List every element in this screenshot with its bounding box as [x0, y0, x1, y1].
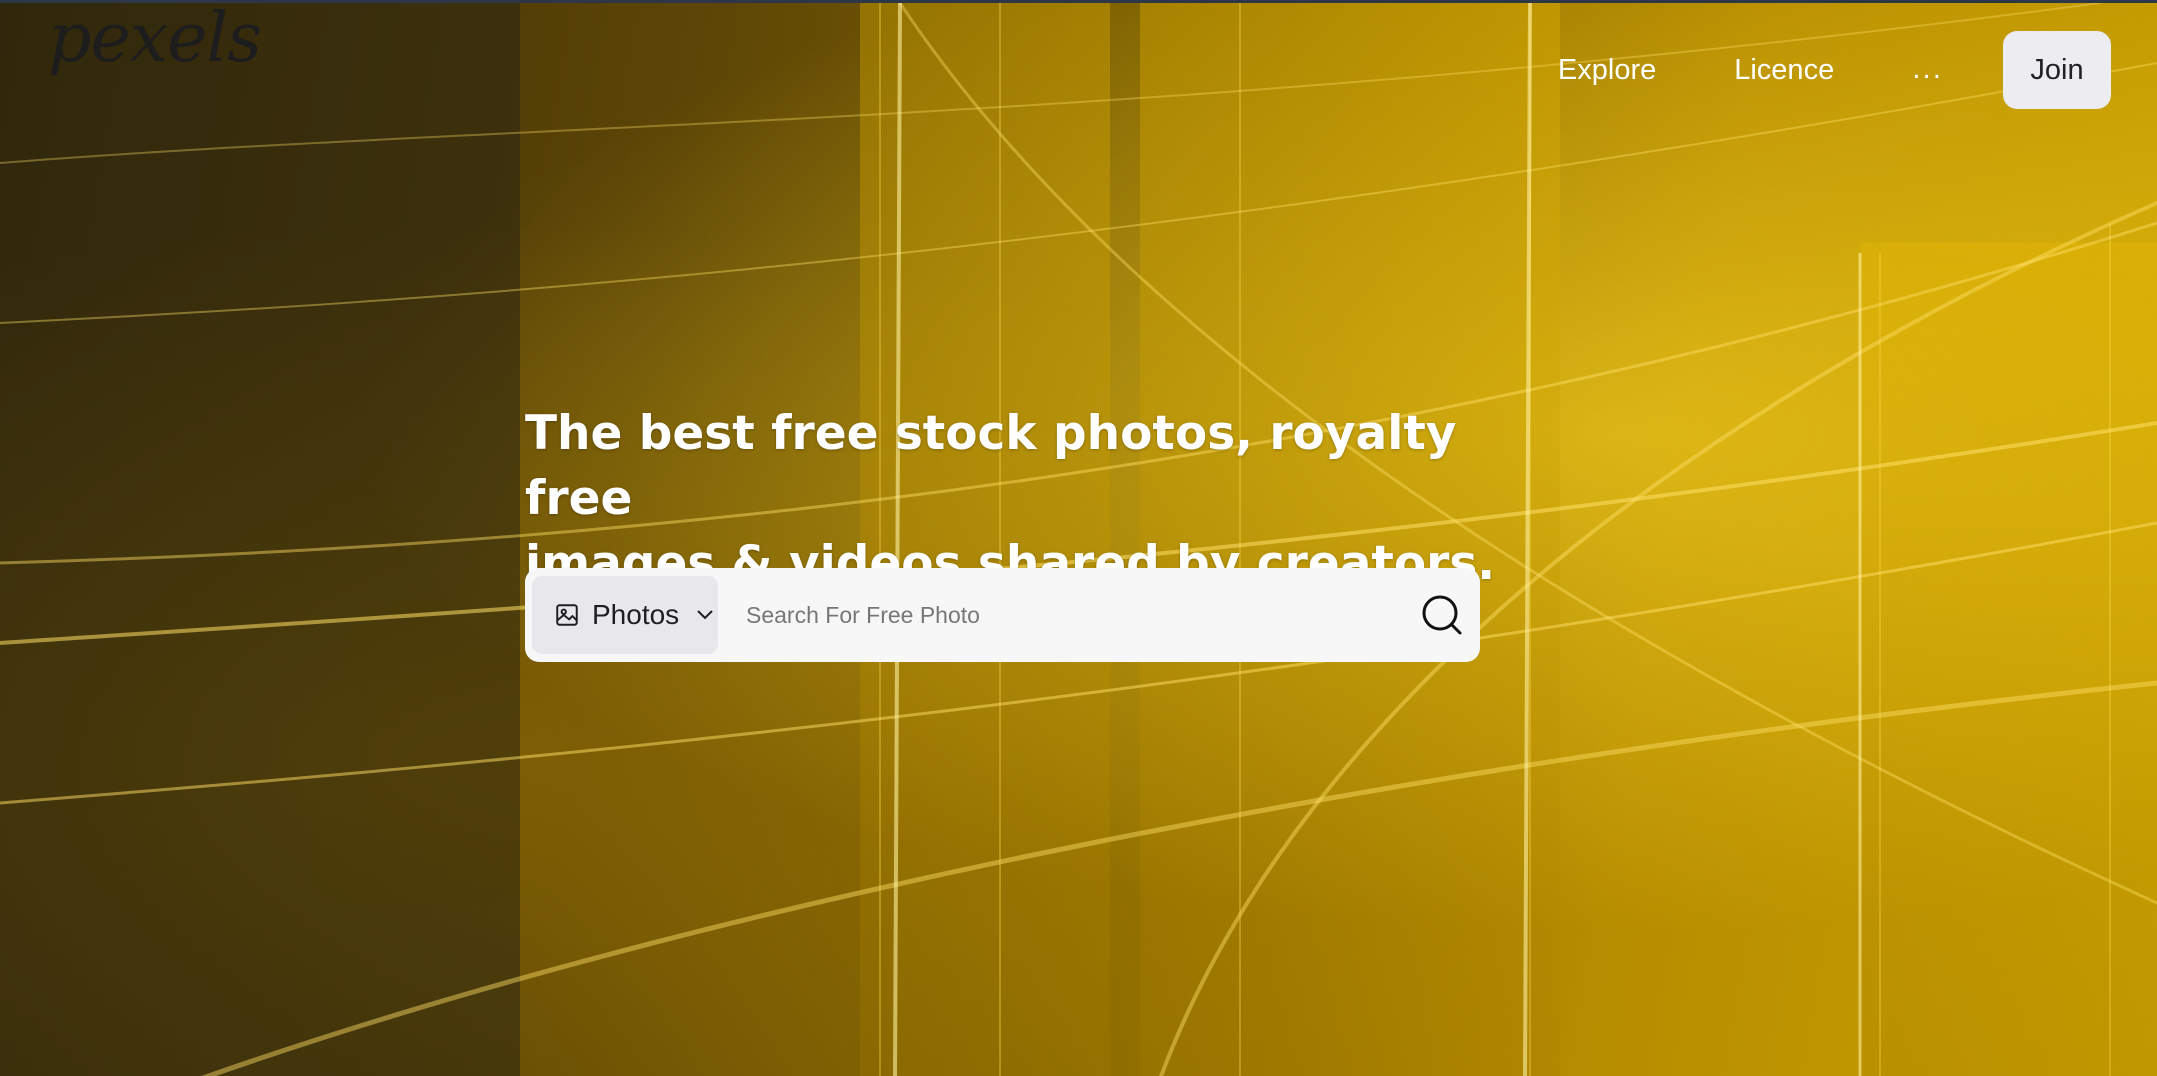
hero-headline: The best free stock photos, royalty free…	[525, 401, 1525, 596]
hero-section: pexels Explore Licence ... Join The best…	[0, 0, 2157, 1076]
search-bar: Photos	[525, 568, 1480, 662]
nav-explore-link[interactable]: Explore	[1558, 54, 1656, 87]
search-icon	[1422, 595, 1462, 635]
search-type-label: Photos	[592, 599, 680, 630]
pexels-logo[interactable]: pexels	[48, 5, 262, 73]
top-nav: Explore Licence ... Join	[1480, 31, 2111, 109]
search-input[interactable]	[744, 574, 1412, 656]
image-icon	[556, 604, 578, 626]
search-submit-button[interactable]	[1412, 585, 1472, 645]
hero-headline-line1: The best free stock photos, royalty free	[525, 406, 1457, 526]
more-menu-button[interactable]: ...	[1912, 55, 1943, 85]
join-button[interactable]: Join	[2003, 31, 2111, 109]
chevron-down-icon	[697, 610, 713, 620]
nav-licence-link[interactable]: Licence	[1734, 54, 1834, 87]
search-type-dropdown[interactable]: Photos	[532, 576, 718, 654]
